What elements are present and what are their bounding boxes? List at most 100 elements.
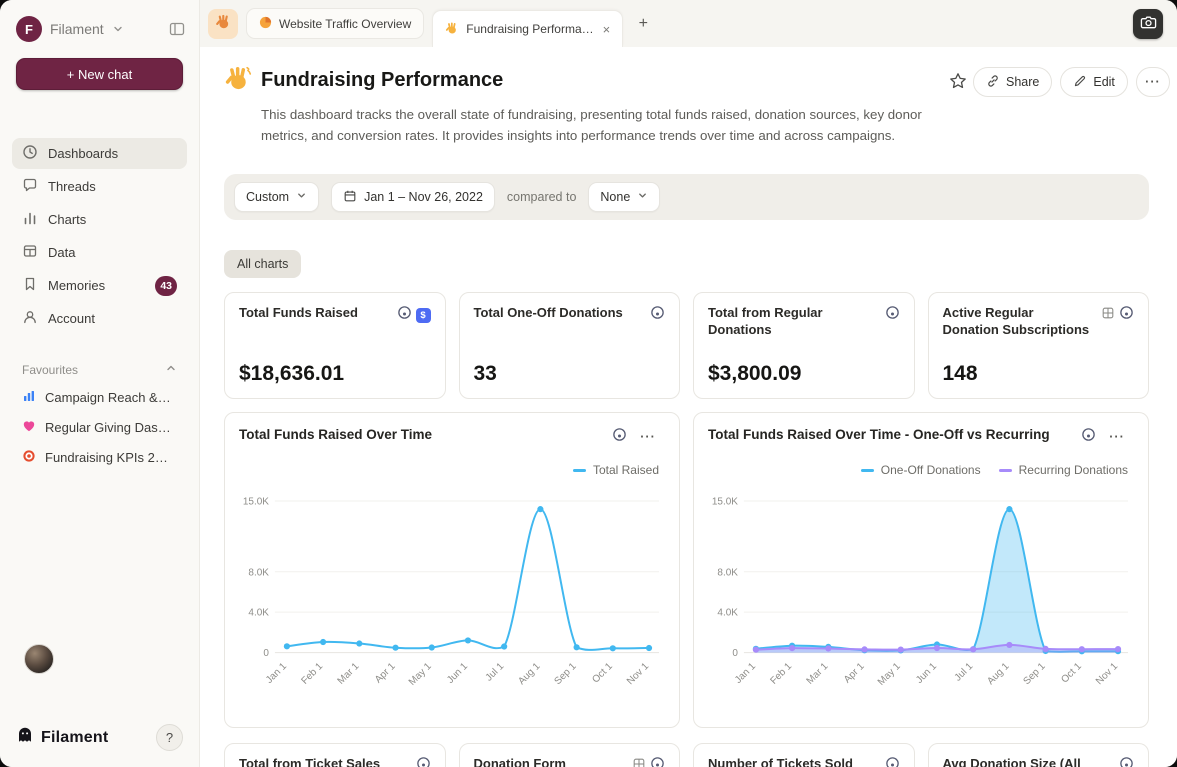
compare-dropdown[interactable]: None (588, 182, 660, 212)
metric-source-icon (1119, 756, 1134, 767)
chart-card-oneoff-vs-recurring: Total Funds Raised Over Time - One-Off v… (693, 412, 1149, 728)
edit-button[interactable]: Edit (1060, 67, 1128, 97)
table-icon (22, 243, 38, 262)
workspace-switcher[interactable]: F Filament (0, 0, 199, 52)
filter-bar: Custom Jan 1 – Nov 26, 2022 compared to … (224, 174, 1149, 220)
svg-text:Mar 1: Mar 1 (336, 661, 362, 687)
sidebar-toggle-icon[interactable] (169, 21, 185, 37)
svg-text:Jan 1: Jan 1 (264, 661, 289, 686)
metric-source-icon (1081, 427, 1096, 447)
link-icon (986, 74, 1000, 91)
header-actions: Share Edit ··· (937, 64, 1170, 97)
chart-more-button[interactable]: ··· (631, 427, 665, 447)
range-type-value: Custom (246, 190, 289, 204)
stat-title: Active Regular Donation Subscriptions (943, 305, 1093, 339)
chevron-down-icon (112, 23, 124, 35)
legend-label: Total Raised (593, 463, 659, 477)
pencil-icon (1073, 74, 1087, 91)
metric-source-icon (650, 756, 665, 767)
dashboard-content: Fundraising Performance This dashboard t… (200, 47, 1177, 767)
stat-cards-row: Total Funds Raised $ $18,636.01 Total On… (224, 292, 1149, 399)
svg-text:May 1: May 1 (407, 661, 434, 688)
compared-to-label: compared to (507, 190, 576, 204)
favourites-header[interactable]: Favourites (22, 362, 177, 377)
favourite-item-campaign-reach[interactable]: Campaign Reach &… (12, 383, 187, 411)
svg-text:15.0K: 15.0K (712, 497, 738, 508)
svg-text:0: 0 (732, 648, 738, 659)
stat-title: Total from Ticket Sales (239, 756, 380, 767)
screenshot-camera-button[interactable] (1133, 9, 1163, 39)
tab-close-icon[interactable]: × (603, 22, 611, 37)
charts-icon (22, 210, 38, 229)
tab-website-traffic-overview[interactable]: Website Traffic Overview (246, 8, 424, 39)
pinned-tab[interactable] (208, 9, 238, 39)
chevron-up-icon (165, 362, 177, 377)
svg-text:Sep 1: Sep 1 (553, 661, 580, 688)
sidebar-item-label: Memories (48, 278, 105, 293)
svg-text:4.0K: 4.0K (248, 608, 269, 619)
svg-text:Apr 1: Apr 1 (842, 661, 867, 686)
page-description: This dashboard tracks the overall state … (261, 105, 937, 146)
svg-text:Jul 1: Jul 1 (953, 661, 976, 684)
svg-text:15.0K: 15.0K (243, 497, 269, 508)
share-button[interactable]: Share (973, 67, 1052, 97)
sidebar-item-memories[interactable]: Memories 43 (12, 270, 187, 301)
chart-title: Total Funds Raised Over Time - One-Off v… (708, 427, 1050, 442)
favorite-star-button[interactable] (937, 68, 965, 96)
sidebar-bottom: Filament ? (0, 644, 199, 767)
sidebar-item-data[interactable]: Data (12, 237, 187, 268)
chevron-down-icon (296, 190, 307, 204)
metric-source-icon (1119, 305, 1134, 325)
new-chat-button[interactable]: + New chat (16, 58, 183, 90)
grid-icon (1101, 306, 1115, 325)
user-icon (22, 309, 38, 328)
target-icon (22, 449, 36, 466)
chart-legend: Total Raised (239, 463, 665, 477)
grid-icon (632, 757, 646, 767)
svg-text:4.0K: 4.0K (717, 608, 738, 619)
help-button[interactable]: ? (156, 724, 183, 751)
metric-source-icon (612, 427, 627, 447)
bar-chart-icon (22, 389, 36, 406)
sidebar-item-label: Account (48, 311, 95, 326)
svg-text:8.0K: 8.0K (717, 567, 738, 578)
camera-icon (1140, 14, 1157, 34)
date-range-picker[interactable]: Jan 1 – Nov 26, 2022 (331, 182, 495, 212)
all-charts-chip[interactable]: All charts (224, 250, 301, 278)
tab-fundraising-performance[interactable]: Fundraising Performa… × (432, 10, 623, 47)
favourite-item-fundraising-kpis[interactable]: Fundraising KPIs 2… (12, 443, 187, 471)
sidebar-item-charts[interactable]: Charts (12, 204, 187, 235)
legend-item[interactable]: Total Raised (573, 463, 659, 477)
stat-title: Avg Donation Size (All (943, 756, 1081, 767)
sidebar-item-threads[interactable]: Threads (12, 171, 187, 202)
svg-text:Jun 1: Jun 1 (914, 661, 939, 686)
new-tab-button[interactable]: + (631, 12, 655, 36)
more-options-button[interactable]: ··· (1136, 67, 1170, 97)
app-window: F Filament + New chat Dashboards Threads (0, 0, 1177, 767)
favourite-item-regular-giving[interactable]: Regular Giving Das… (12, 413, 187, 441)
legend-swatch (573, 469, 586, 472)
stat-card-active-subscriptions: Active Regular Donation Subscriptions 14… (928, 292, 1150, 399)
svg-text:Jun 1: Jun 1 (445, 661, 470, 686)
sidebar-item-label: Charts (48, 212, 86, 227)
svg-text:Aug 1: Aug 1 (516, 661, 543, 688)
sidebar-item-account[interactable]: Account (12, 303, 187, 334)
currency-icon: $ (416, 308, 431, 323)
sidebar-item-dashboards[interactable]: Dashboards (12, 138, 187, 169)
favourite-label: Fundraising KPIs 2… (45, 450, 168, 465)
memories-count-badge: 43 (155, 276, 177, 296)
wave-hand-icon (445, 21, 459, 38)
chart-more-button[interactable]: ··· (1100, 427, 1134, 447)
main-area: Website Traffic Overview Fundraising Per… (200, 0, 1177, 767)
date-range-value: Jan 1 – Nov 26, 2022 (364, 190, 483, 204)
bottom-cards-row: Total from Ticket Sales Donation Form Co… (224, 743, 1149, 767)
tab-bar: Website Traffic Overview Fundraising Per… (200, 0, 1177, 47)
range-type-dropdown[interactable]: Custom (234, 182, 319, 212)
star-icon (949, 72, 967, 93)
user-avatar[interactable] (24, 644, 54, 674)
svg-text:Nov 1: Nov 1 (1094, 661, 1121, 688)
workspace-logo: F (16, 16, 42, 42)
legend-item[interactable]: One-Off Donations (861, 463, 981, 477)
charts-row: Total Funds Raised Over Time ··· Total R… (224, 412, 1149, 728)
legend-item[interactable]: Recurring Donations (999, 463, 1128, 477)
